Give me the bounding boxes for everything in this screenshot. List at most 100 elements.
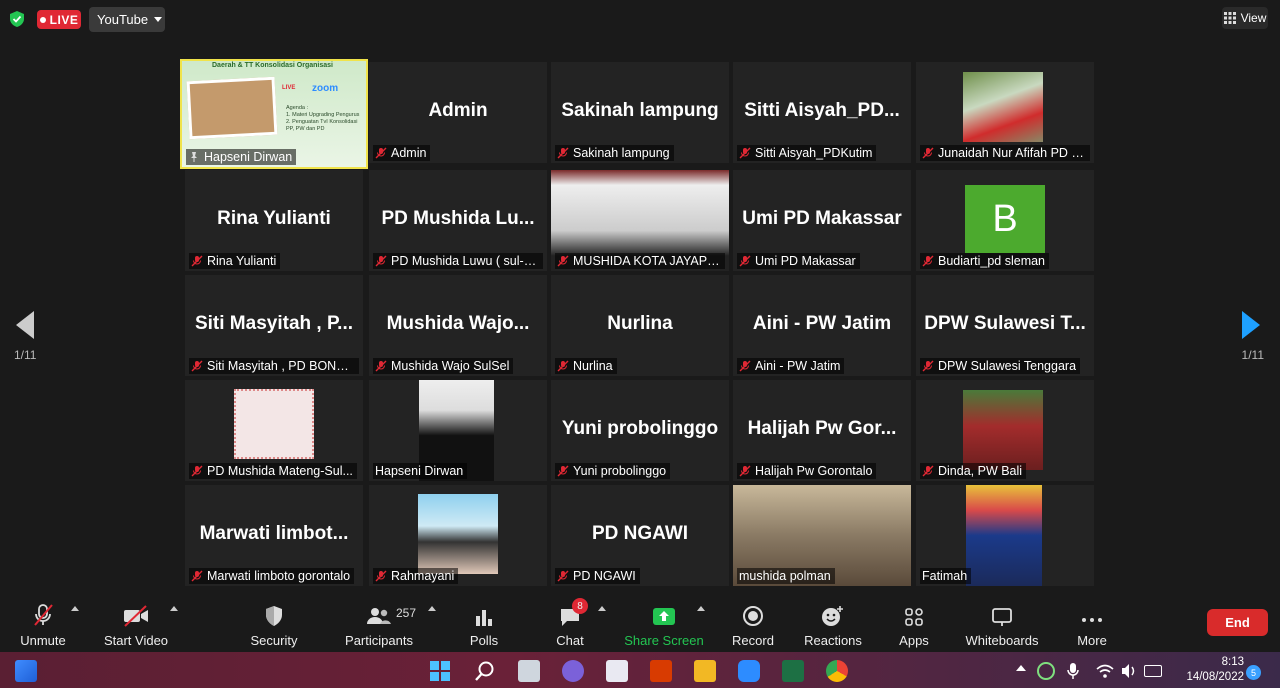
participant-tile[interactable]: Daerah & TT Konsolidasi Organisasi LIVE zo…	[180, 59, 368, 169]
live-badge[interactable]: LIVE	[37, 10, 81, 29]
system-clock[interactable]: 8:13 14/08/2022	[1174, 655, 1244, 685]
microphone-muted-icon	[557, 147, 569, 159]
participant-tile[interactable]: DPW Sulawesi T... DPW Sulawesi Tenggara	[916, 275, 1094, 376]
teams-chat-icon[interactable]	[562, 660, 584, 682]
participant-name-label: Rina Yulianti	[189, 253, 281, 269]
participant-tile[interactable]: PD NGAWI PD NGAWI	[551, 485, 729, 586]
participant-tile[interactable]: Siti Masyitah , P... Siti Masyitah , PD B…	[185, 275, 363, 376]
snipping-tool-icon[interactable]	[606, 660, 628, 682]
chat-unread-badge: 8	[572, 598, 588, 614]
participant-tile[interactable]: PD Mushida Mateng-Sul...	[185, 380, 363, 481]
participant-tile[interactable]: Rina Yulianti Rina Yulianti	[185, 170, 363, 271]
participant-tile[interactable]: MUSHIDA KOTA JAYAPUR...	[551, 170, 729, 271]
participant-name: Sakinah lampung	[573, 146, 670, 160]
shield-check-icon[interactable]	[8, 10, 26, 28]
record-button[interactable]: Record	[731, 600, 775, 648]
participant-tile[interactable]: Aini - PW Jatim Aini - PW Jatim	[733, 275, 911, 376]
participant-name: Siti Masyitah , PD BONTA...	[207, 359, 355, 373]
tray-overflow-chevron-icon[interactable]	[1016, 665, 1026, 671]
windows-start-icon[interactable]	[429, 660, 451, 682]
security-button[interactable]: Security	[248, 600, 300, 648]
participant-tile[interactable]: Sitti Aisyah_PD... Sitti Aisyah_PDKutim	[733, 62, 911, 163]
share-screen-label: Share Screen	[624, 633, 704, 648]
participant-tile[interactable]: Marwati limbot... Marwati limboto goronta…	[185, 485, 363, 586]
start-video-button[interactable]: Start Video	[103, 600, 169, 648]
apps-button[interactable]: Apps	[896, 600, 932, 648]
stream-target-label: YouTube	[97, 12, 149, 27]
microphone-muted-icon	[557, 570, 569, 582]
volume-icon[interactable]	[1120, 663, 1138, 679]
participant-tile[interactable]: mushida polman	[733, 485, 911, 586]
security-label: Security	[250, 633, 298, 648]
search-icon[interactable]	[474, 660, 496, 682]
participant-tile[interactable]: Admin Admin	[369, 62, 547, 163]
next-page-arrow-icon[interactable]	[1242, 311, 1260, 339]
participant-tile[interactable]: Nurlina Nurlina	[551, 275, 729, 376]
microphone-tray-icon[interactable]	[1066, 662, 1080, 680]
participant-tile[interactable]: Hapseni Dirwan	[369, 380, 547, 481]
participant-display-name: DPW Sulawesi T...	[924, 313, 1086, 334]
avatar: B	[965, 185, 1045, 253]
participant-tile[interactable]: PD Mushida Lu... PD Mushida Luwu ( sul-s.…	[369, 170, 547, 271]
battery-icon[interactable]	[1144, 665, 1162, 677]
more-dots-icon	[1082, 618, 1102, 622]
participant-name: Rina Yulianti	[207, 254, 277, 268]
previous-page-arrow-icon[interactable]	[16, 311, 34, 339]
share-screen-button[interactable]: Share Screen	[624, 600, 704, 648]
slide-photo	[186, 76, 278, 140]
microphone-muted-icon	[739, 255, 751, 267]
reactions-label: Reactions	[804, 633, 862, 648]
participant-tile[interactable]: Junaidah Nur Afifah PD B...	[916, 62, 1094, 163]
view-button[interactable]: View	[1222, 7, 1268, 29]
file-explorer-icon[interactable]	[694, 660, 716, 682]
task-view-widget-icon[interactable]	[15, 660, 37, 682]
participant-name-label: DPW Sulawesi Tenggara	[920, 358, 1081, 374]
participant-tile[interactable]: Sakinah lampung Sakinah lampung	[551, 62, 729, 163]
notification-count-badge[interactable]: 5	[1246, 665, 1261, 680]
participant-name-label: Fatimah	[920, 568, 972, 584]
polls-bar-icon	[476, 610, 492, 626]
sync-icon[interactable]	[1037, 662, 1055, 680]
share-options-chevron-icon[interactable]	[697, 606, 705, 611]
more-button[interactable]: More	[1072, 600, 1112, 648]
audio-options-chevron-icon[interactable]	[71, 606, 79, 611]
video-camera-off-icon	[124, 605, 148, 627]
participant-tile[interactable]: Mushida Wajo... Mushida Wajo SulSel	[369, 275, 547, 376]
participant-name: PD Mushida Luwu ( sul-s...	[391, 254, 539, 268]
participant-tile[interactable]: Umi PD Makassar Umi PD Makassar	[733, 170, 911, 271]
participant-name: Marwati limboto gorontalo	[207, 569, 351, 583]
chevron-down-icon	[154, 17, 163, 22]
chat-chevron-icon[interactable]	[598, 606, 606, 611]
polls-button[interactable]: Polls	[468, 600, 500, 648]
slide-zoom-logo: zoom	[312, 83, 339, 94]
whiteboards-button[interactable]: Whiteboards	[965, 600, 1039, 648]
stream-target-dropdown[interactable]: YouTube	[89, 7, 165, 32]
wifi-icon[interactable]	[1096, 663, 1114, 679]
zoom-app-icon[interactable]	[738, 660, 760, 682]
participant-tile[interactable]: Halijah Pw Gor... Halijah Pw Gorontalo	[733, 380, 911, 481]
participant-name-label: Nurlina	[555, 358, 617, 374]
microphone-muted-icon	[739, 465, 751, 477]
participant-tile[interactable]: Yuni probolinggo Yuni probolinggo	[551, 380, 729, 481]
pin-icon	[191, 152, 197, 162]
excel-icon[interactable]	[782, 660, 804, 682]
participant-tile[interactable]: B Budiarti_pd sleman	[916, 170, 1094, 271]
more-label: More	[1077, 633, 1107, 648]
microphone-muted-icon	[191, 255, 203, 267]
video-options-chevron-icon[interactable]	[170, 606, 178, 611]
unmute-button[interactable]: Unmute	[14, 600, 72, 648]
chat-button[interactable]: Chat 8	[554, 598, 588, 648]
task-view-icon[interactable]	[518, 660, 540, 682]
end-meeting-button[interactable]: End	[1207, 609, 1268, 636]
participant-display-name: Sitti Aisyah_PD...	[744, 100, 900, 121]
participants-chevron-icon[interactable]	[428, 606, 436, 611]
participant-tile[interactable]: Fatimah	[916, 485, 1094, 586]
whiteboard-icon	[992, 608, 1012, 626]
office-icon[interactable]	[650, 660, 672, 682]
participant-tile[interactable]: Rahmayani	[369, 485, 547, 586]
participant-tile[interactable]: Dinda, PW Bali	[916, 380, 1094, 481]
participant-name: mushida polman	[739, 569, 831, 583]
participant-name-label: Halijah Pw Gorontalo	[737, 463, 877, 479]
chrome-icon[interactable]	[826, 660, 848, 682]
reactions-button[interactable]: Reactions	[804, 600, 862, 648]
